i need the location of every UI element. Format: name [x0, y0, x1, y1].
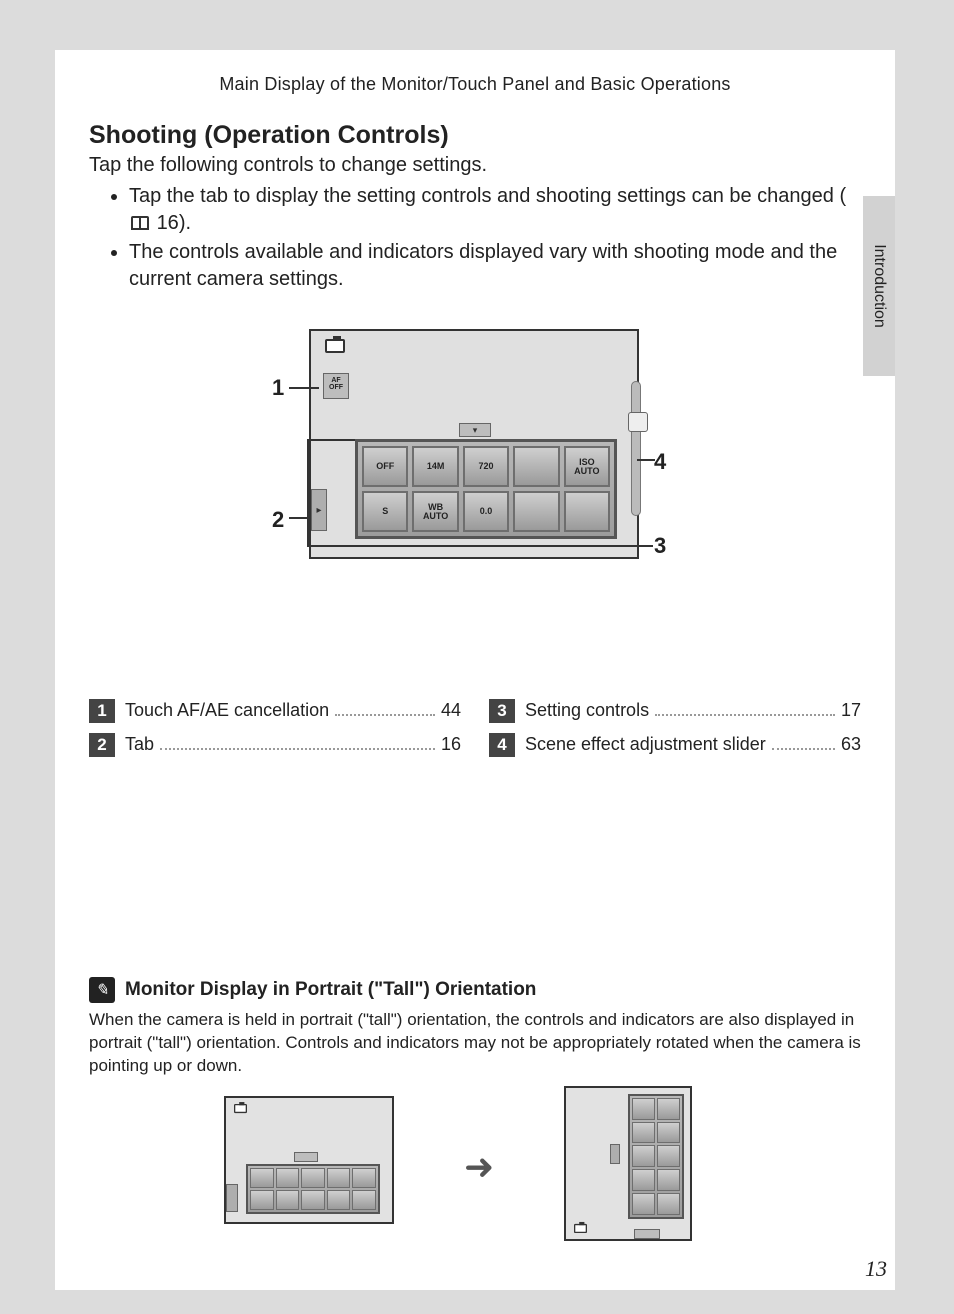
camera-icon [325, 339, 345, 353]
iso-icon: ISO AUTO [564, 446, 610, 487]
leader-dots [335, 714, 435, 716]
camera-icon [574, 1224, 587, 1233]
arrow-right-icon: ➜ [464, 1146, 494, 1188]
page-title: Shooting (Operation Controls) [89, 121, 861, 150]
note-icon: ✎ [89, 977, 115, 1003]
legend-num-box: 2 [89, 733, 115, 757]
settings-row: S WB AUTO 0.0 [362, 491, 610, 532]
tab-handle-icon [459, 423, 491, 437]
legend-label: Scene effect adjustment slider [525, 734, 766, 755]
leader-dots [160, 748, 435, 750]
leader-line [289, 387, 319, 389]
settings-panel [628, 1094, 684, 1219]
legend-page-ref: 17 [841, 700, 861, 721]
chapter-tab: Introduction [863, 196, 895, 376]
leader-line [307, 439, 355, 441]
bullet-item: Tap the tab to display the setting contr… [129, 183, 861, 237]
legend-entry: 4 Scene effect adjustment slider 63 [489, 733, 861, 757]
legend-page-ref: 44 [441, 700, 461, 721]
legend-column: 3 Setting controls 17 4 Scene effect adj… [489, 699, 861, 767]
leader-line [289, 517, 309, 519]
leader-dots [655, 714, 835, 716]
image-size-icon: 14M [412, 446, 458, 487]
legend-label: Touch AF/AE cancellation [125, 700, 329, 721]
blank-cell [513, 491, 559, 532]
leader-line [307, 545, 653, 547]
touch-shooting-icon [513, 446, 559, 487]
movie-quality-icon: 720 [463, 446, 509, 487]
legend-page-ref: 63 [841, 734, 861, 755]
white-balance-icon: WB AUTO [412, 491, 458, 532]
settings-panel [246, 1164, 380, 1214]
leader-dots [772, 748, 835, 750]
note-heading: ✎ Monitor Display in Portrait ("Tall") O… [89, 977, 861, 1003]
section-header: Main Display of the Monitor/Touch Panel … [89, 74, 861, 95]
callout-legend: 1 Touch AF/AE cancellation 44 2 Tab 16 3… [89, 699, 861, 767]
exposure-comp-icon: 0.0 [463, 491, 509, 532]
note-body: When the camera is held in portrait ("ta… [89, 1009, 861, 1078]
af-ae-cancel-icon: AF OFF [323, 373, 349, 399]
continuous-icon: S [362, 491, 408, 532]
tab-handle-icon [294, 1152, 318, 1162]
legend-column: 1 Touch AF/AE cancellation 44 2 Tab 16 [89, 699, 461, 767]
side-tab-icon [610, 1144, 620, 1164]
page-ref-icon [131, 216, 149, 230]
legend-label: Tab [125, 734, 154, 755]
orientation-diagram: ➜ [89, 1096, 861, 1256]
manual-page: Main Display of the Monitor/Touch Panel … [55, 50, 895, 1290]
callout-1: 1 [272, 375, 284, 401]
bullet-list: Tap the tab to display the setting contr… [89, 183, 861, 293]
tab-handle-icon [634, 1229, 660, 1239]
landscape-screen [224, 1096, 394, 1224]
leader-line [307, 439, 309, 547]
setup-icon [564, 491, 610, 532]
legend-entry: 3 Setting controls 17 [489, 699, 861, 723]
chapter-tab-label: Introduction [870, 244, 888, 328]
scene-effect-slider [631, 381, 641, 516]
camera-screen: AF OFF OFF 14M 720 ISO AUTO S WB AUTO 0.… [309, 329, 639, 559]
side-tab-icon [311, 489, 327, 531]
camera-icon [234, 1104, 247, 1113]
settings-panel: OFF 14M 720 ISO AUTO S WB AUTO 0.0 [355, 439, 617, 539]
legend-num-box: 1 [89, 699, 115, 723]
legend-entry: 1 Touch AF/AE cancellation 44 [89, 699, 461, 723]
side-tab-icon [226, 1184, 238, 1212]
page-number: 13 [865, 1256, 887, 1282]
callout-2: 2 [272, 507, 284, 533]
settings-row: OFF 14M 720 ISO AUTO [362, 446, 610, 487]
bullet-item: The controls available and indicators di… [129, 239, 861, 293]
legend-entry: 2 Tab 16 [89, 733, 461, 757]
leader-line [637, 459, 655, 461]
callout-4: 4 [654, 449, 666, 475]
legend-page-ref: 16 [441, 734, 461, 755]
legend-num-box: 3 [489, 699, 515, 723]
self-timer-icon: OFF [362, 446, 408, 487]
callout-3: 3 [654, 533, 666, 559]
legend-num-box: 4 [489, 733, 515, 757]
note-title: Monitor Display in Portrait ("Tall") Ori… [125, 979, 536, 1001]
lead-paragraph: Tap the following controls to change set… [89, 154, 861, 177]
main-diagram: AF OFF OFF 14M 720 ISO AUTO S WB AUTO 0.… [89, 329, 861, 619]
portrait-screen [564, 1086, 692, 1241]
legend-label: Setting controls [525, 700, 649, 721]
